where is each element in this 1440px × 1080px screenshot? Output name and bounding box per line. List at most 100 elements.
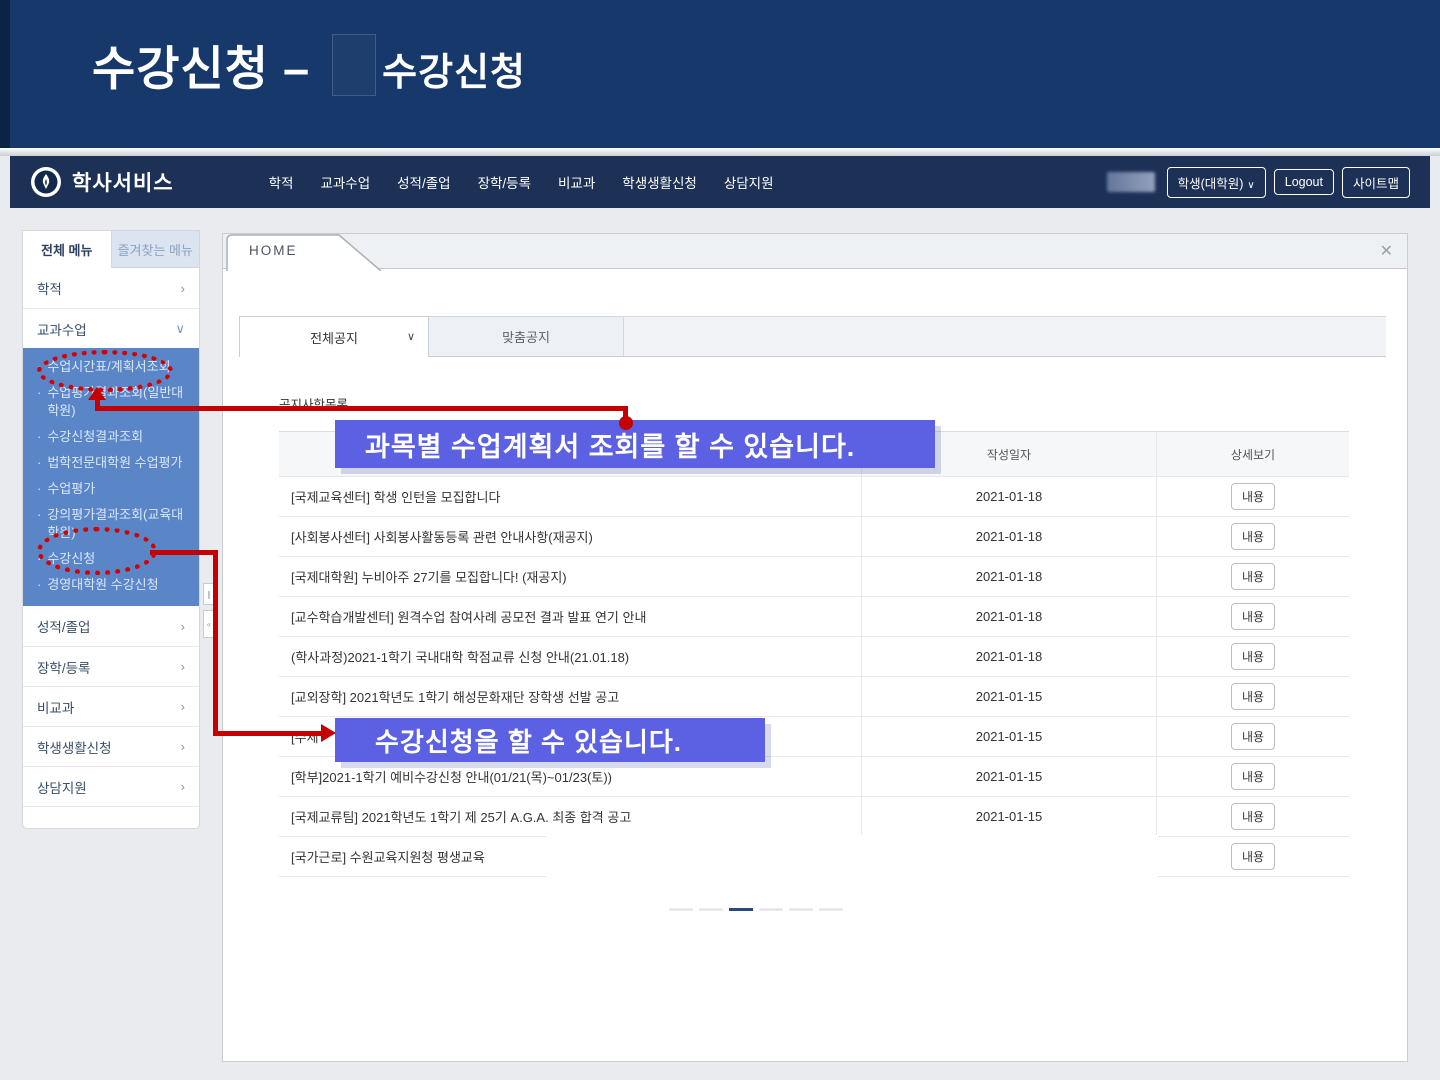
detail-button[interactable]: 내용 — [1231, 843, 1275, 870]
sidebar-item-3[interactable]: 학생생활신청› — [23, 726, 199, 766]
page-dash-2[interactable] — [729, 908, 753, 911]
notice-action-cell: 내용 — [1156, 717, 1349, 756]
notice-date: 2021-01-15 — [861, 797, 1156, 836]
bullet-icon: · — [37, 480, 41, 498]
page-dash-4[interactable] — [789, 908, 813, 911]
page-dash-3[interactable] — [759, 908, 783, 911]
notice-date: 2021-01-15 — [861, 677, 1156, 716]
chevron-down-icon: ∨ — [407, 330, 415, 343]
detail-button[interactable]: 내용 — [1231, 483, 1275, 510]
notice-title[interactable]: [교수학습개발센터] 원격수업 참여사례 공모전 결과 발표 연기 안내 — [279, 597, 861, 636]
table-row: (학사과정)2021-1학기 국내대학 학점교류 신청 안내(21.01.18)… — [279, 637, 1349, 677]
column-header-detail: 상세보기 — [1156, 432, 1349, 476]
callout-registration: 수강신청을 할 수 있습니다. — [335, 718, 765, 762]
detail-button[interactable]: 내용 — [1231, 763, 1275, 790]
bullet-icon: · — [37, 428, 41, 446]
detail-button[interactable]: 내용 — [1231, 603, 1275, 630]
close-icon[interactable]: ✕ — [1380, 241, 1393, 261]
notice-action-cell: 내용 — [1156, 837, 1349, 876]
sidebar-item-label: 장학/등록 — [37, 657, 90, 677]
notice-date: 2021-01-15 — [861, 717, 1156, 756]
chevron-right-icon: › — [181, 659, 185, 674]
chevron-right-icon: › — [181, 779, 185, 794]
submenu-item-3[interactable]: ·법학전문대학원 수업평가 — [37, 454, 187, 472]
sidebar-tabs: 전체 메뉴 즐겨찾는 메뉴 — [22, 230, 200, 268]
notice-action-cell: 내용 — [1156, 677, 1349, 716]
chevron-down-icon: ∨ — [175, 321, 185, 337]
notice-title[interactable]: [교외장학] 2021학년도 1학기 해성문화재단 장학생 선발 공고 — [279, 677, 861, 716]
global-menu-item-2[interactable]: 성적/졸업 — [397, 172, 450, 192]
notice-title[interactable]: [학부]2021-1학기 예비수강신청 안내(01/21(목)~01/23(토)… — [279, 757, 861, 796]
highlight-ellipse-registration — [37, 527, 157, 575]
detail-button[interactable]: 내용 — [1231, 523, 1275, 550]
notice-action-cell: 내용 — [1156, 477, 1349, 516]
submenu-item-7[interactable]: ·경영대학원 수강신청 — [37, 576, 187, 594]
sidebar-item-0[interactable]: 성적/졸업› — [23, 606, 199, 646]
notice-title[interactable]: [국제교류팀] 2021학년도 1학기 제 25기 A.G.A. 최종 합격 공… — [279, 797, 861, 836]
notice-date: 2021-01-15 — [861, 757, 1156, 796]
global-menu: 학적 교과수업 성적/졸업 장학/등록 비교과 학생생활신청 상담지원 — [269, 172, 774, 192]
global-menu-item-6[interactable]: 상담지원 — [724, 172, 774, 192]
submenu-item-label: 경영대학원 수강신청 — [47, 576, 158, 594]
sidebar-tab-favorites[interactable]: 즐겨찾는 메뉴 — [112, 230, 201, 268]
chevron-down-icon: ∨ — [1247, 180, 1254, 191]
slide-banner: 수강신청 – 수강신청 — [0, 0, 1440, 148]
tab-home[interactable]: HOME — [249, 243, 298, 258]
notice-date: 2021-01-18 — [861, 517, 1156, 556]
content-panel: HOME ✕ 전체공지 ∨ 맞춤공지 공지사항목록 작성일자 상세보기 [국제교… — [222, 233, 1408, 1062]
sidebar-item-2[interactable]: 비교과› — [23, 686, 199, 726]
detail-button[interactable]: 내용 — [1231, 803, 1275, 830]
submenu-item-4[interactable]: ·수업평가 — [37, 480, 187, 498]
annotation-line — [213, 550, 218, 736]
notice-title[interactable]: (학사과정)2021-1학기 국내대학 학점교류 신청 안내(21.01.18) — [279, 637, 861, 676]
table-row: [학부]2021-1학기 예비수강신청 안내(01/21(목)~01/23(토)… — [279, 757, 1349, 797]
notice-date: 2021-01-18 — [861, 597, 1156, 636]
banner-divider — [0, 148, 1440, 156]
detail-button[interactable]: 내용 — [1231, 723, 1275, 750]
page-dash-0[interactable] — [669, 908, 693, 911]
bullet-icon: · — [37, 506, 41, 542]
sidebar-item-label: 비교과 — [37, 697, 74, 717]
submenu-item-2[interactable]: ·수강신청결과조회 — [37, 428, 187, 446]
global-menu-item-4[interactable]: 비교과 — [558, 172, 595, 192]
detail-button[interactable]: 내용 — [1231, 683, 1275, 710]
sitemap-button[interactable]: 사이트맵 — [1342, 167, 1410, 198]
notice-tabs-filler — [624, 316, 1386, 356]
chevron-right-icon: › — [181, 619, 185, 634]
university-logo-icon — [30, 166, 62, 198]
tab-custom-notices[interactable]: 맞춤공지 — [429, 316, 624, 356]
notice-action-cell: 내용 — [1156, 637, 1349, 676]
submenu-item-label: 법학전문대학원 수업평가 — [47, 454, 182, 472]
page-subtitle: 수강신청 — [382, 41, 526, 96]
notice-date: 2021-01-18 — [861, 477, 1156, 516]
sidebar-item-1[interactable]: 장학/등록 › — [23, 646, 199, 686]
highlight-ellipse-timetable — [37, 350, 173, 392]
sidebar-item-gyogwasueop[interactable]: 교과수업 ∨ — [23, 308, 199, 348]
content-cutoff-overlay — [546, 835, 1158, 883]
notice-title[interactable]: [국제대학원] 누비아주 27기를 모집합니다! (재공지) — [279, 557, 861, 596]
global-menu-item-5[interactable]: 학생생활신청 — [622, 172, 697, 192]
sidebar-footer — [23, 806, 199, 828]
notice-title[interactable]: [국제교육센터] 학생 인턴을 모집합니다 — [279, 477, 861, 516]
table-row: [국제교육센터] 학생 인턴을 모집합니다2021-01-18 내용 — [279, 477, 1349, 517]
bullet-icon: · — [37, 384, 41, 420]
app-title[interactable]: 학사서비스 — [72, 167, 174, 197]
detail-button[interactable]: 내용 — [1231, 563, 1275, 590]
sidebar-tab-all-menu[interactable]: 전체 메뉴 — [22, 230, 112, 268]
global-menu-item-1[interactable]: 교과수업 — [320, 172, 370, 192]
page-dash-5[interactable] — [819, 908, 843, 911]
sidebar-item-hakjeok[interactable]: 학적 › — [23, 268, 199, 308]
role-dropdown[interactable]: 학생(대학원)∨ — [1167, 167, 1266, 198]
global-menu-item-0[interactable]: 학적 — [269, 172, 294, 192]
tab-all-notices[interactable]: 전체공지 ∨ — [239, 316, 429, 357]
page-dash-1[interactable] — [699, 908, 723, 911]
notice-title[interactable]: [사회봉사센터] 사회봉사활동등록 관련 안내사항(재공지) — [279, 517, 861, 556]
notice-table: 작성일자 상세보기 [국제교육센터] 학생 인턴을 모집합니다2021-01-1… — [279, 431, 1349, 877]
logout-button[interactable]: Logout — [1274, 169, 1334, 195]
sidebar-item-4[interactable]: 상담지원› — [23, 766, 199, 806]
annotation-arrow-right-icon — [321, 724, 336, 742]
table-row: [교수학습개발센터] 원격수업 참여사례 공모전 결과 발표 연기 안내2021… — [279, 597, 1349, 637]
global-menu-item-3[interactable]: 장학/등록 — [478, 172, 531, 192]
notice-action-cell: 내용 — [1156, 517, 1349, 556]
detail-button[interactable]: 내용 — [1231, 643, 1275, 670]
